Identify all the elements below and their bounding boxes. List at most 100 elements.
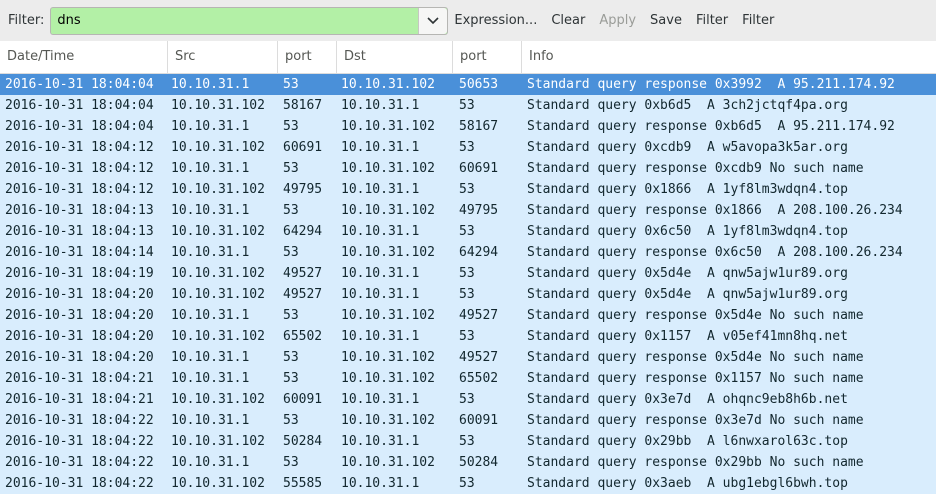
expression-button[interactable]: Expression...	[454, 13, 537, 28]
packet-row[interactable]: 2016-10-31 18:04:04 10.10.31.102 58167 10.1…	[0, 95, 936, 116]
cell-dst-port: 49795	[459, 203, 499, 218]
cell-datetime: 2016-10-31 18:04:04	[5, 119, 154, 134]
cell-dst-port: 53	[459, 434, 475, 449]
cell-info: Standard query 0x5d4e A qnw5ajw1ur89.org	[527, 266, 848, 281]
cell-src-port: 60691	[283, 140, 323, 155]
packet-row[interactable]: 2016-10-31 18:04:21 10.10.31.1 53 10.10.31.…	[0, 368, 936, 389]
display-filter-combo[interactable]	[50, 6, 449, 35]
cell-src: 10.10.31.102	[171, 392, 265, 407]
cell-dst: 10.10.31.1	[341, 329, 420, 344]
cell-datetime: 2016-10-31 18:04:04	[5, 98, 154, 113]
cell-src: 10.10.31.102	[171, 140, 265, 155]
cell-src: 10.10.31.102	[171, 287, 265, 302]
column-header-info[interactable]: Info	[522, 41, 936, 73]
cell-info: Standard query response 0x3e7d No such n…	[527, 413, 864, 428]
packet-row[interactable]: 2016-10-31 18:04:21 10.10.31.102 60091 10.1…	[0, 389, 936, 410]
packet-row[interactable]: 2016-10-31 18:04:20 10.10.31.102 49527 10.1…	[0, 284, 936, 305]
cell-datetime: 2016-10-31 18:04:19	[5, 266, 154, 281]
packet-row[interactable]: 2016-10-31 18:04:12 10.10.31.102 60691 10.1…	[0, 137, 936, 158]
packet-row[interactable]: 2016-10-31 18:04:22 10.10.31.102 50284 10.1…	[0, 431, 936, 452]
packet-row[interactable]: 2016-10-31 18:04:13 10.10.31.102 64294 10.1…	[0, 221, 936, 242]
cell-dst: 10.10.31.102	[341, 119, 435, 134]
cell-dst-port: 65502	[459, 371, 499, 386]
cell-dst-port: 53	[459, 182, 475, 197]
cell-info: Standard query response 0xb6d5 A 95.211.…	[527, 119, 895, 134]
column-header-src[interactable]: Src	[168, 41, 278, 73]
cell-datetime: 2016-10-31 18:04:12	[5, 140, 154, 155]
cell-src-port: 53	[283, 308, 299, 323]
cell-src: 10.10.31.1	[171, 308, 250, 323]
cell-src: 10.10.31.102	[171, 182, 265, 197]
packet-row[interactable]: 2016-10-31 18:04:13 10.10.31.1 53 10.10.31.…	[0, 200, 936, 221]
column-header-dst-port[interactable]: port	[453, 41, 522, 73]
cell-datetime: 2016-10-31 18:04:22	[5, 434, 154, 449]
cell-src-port: 53	[283, 245, 299, 260]
cell-info: Standard query 0xcdb9 A w5avopa3k5ar.org	[527, 140, 848, 155]
packet-row[interactable]: 2016-10-31 18:04:19 10.10.31.102 49527 10.1…	[0, 263, 936, 284]
column-header-datetime[interactable]: Date/Time	[0, 41, 168, 73]
cell-src-port: 53	[283, 203, 299, 218]
cell-dst: 10.10.31.1	[341, 182, 420, 197]
packet-row[interactable]: 2016-10-31 18:04:04 10.10.31.1 53 10.10.31.…	[0, 74, 936, 95]
display-filter-input[interactable]	[51, 7, 419, 34]
cell-src-port: 64294	[283, 224, 323, 239]
filter-label: Filter:	[8, 13, 45, 28]
packet-row[interactable]: 2016-10-31 18:04:22 10.10.31.1 53 10.10.31.…	[0, 452, 936, 473]
packet-list: 2016-10-31 18:04:04 10.10.31.1 53 10.10.31.…	[0, 74, 936, 502]
cell-src: 10.10.31.1	[171, 413, 250, 428]
cell-src: 10.10.31.1	[171, 203, 250, 218]
packet-row[interactable]: 2016-10-31 18:04:14 10.10.31.1 53 10.10.31.…	[0, 242, 936, 263]
cell-dst-port: 53	[459, 287, 475, 302]
cell-src-port: 50284	[283, 434, 323, 449]
cell-dst-port: 58167	[459, 119, 499, 134]
cell-src: 10.10.31.102	[171, 98, 265, 113]
cell-info: Standard query 0xb6d5 A 3ch2jctqf4pa.org	[527, 98, 848, 113]
packet-row[interactable]: 2016-10-31 18:04:22 10.10.31.102 55585 10.1…	[0, 473, 936, 494]
cell-src: 10.10.31.102	[171, 434, 265, 449]
packet-row[interactable]: 2016-10-31 18:04:20 10.10.31.1 53 10.10.31.…	[0, 305, 936, 326]
cell-datetime: 2016-10-31 18:04:20	[5, 350, 154, 365]
cell-dst-port: 53	[459, 98, 475, 113]
filter-button-2[interactable]: Filter	[742, 13, 774, 28]
cell-info: Standard query response 0x5d4e No such n…	[527, 308, 864, 323]
packet-row[interactable]: 2016-10-31 18:04:20 10.10.31.1 53 10.10.31.…	[0, 347, 936, 368]
cell-info: Standard query response 0x6c50 A 208.100…	[527, 245, 903, 260]
cell-info: Standard query response 0x29bb No such n…	[527, 455, 864, 470]
cell-datetime: 2016-10-31 18:04:22	[5, 476, 154, 491]
filter-dropdown-button[interactable]	[418, 7, 448, 34]
cell-dst-port: 64294	[459, 245, 499, 260]
cell-src-port: 53	[283, 371, 299, 386]
cell-src: 10.10.31.1	[171, 119, 250, 134]
packet-row[interactable]: 2016-10-31 18:04:04 10.10.31.1 53 10.10.31.…	[0, 116, 936, 137]
cell-dst-port: 49527	[459, 308, 499, 323]
filter-toolbar: Filter: Expression... Clear Apply Save F…	[0, 0, 936, 41]
cell-src-port: 53	[283, 77, 299, 92]
cell-info: Standard query response 0x3992 A 95.211.…	[527, 77, 895, 92]
cell-datetime: 2016-10-31 18:04:22	[5, 413, 154, 428]
cell-src-port: 53	[283, 455, 299, 470]
packet-row[interactable]: 2016-10-31 18:04:22 10.10.31.1 53 10.10.31.…	[0, 410, 936, 431]
cell-info: Standard query 0x3e7d A ohqnc9eb8h6b.net	[527, 392, 848, 407]
cell-info: Standard query response 0x5d4e No such n…	[527, 350, 864, 365]
column-header-dst[interactable]: Dst	[337, 41, 453, 73]
cell-src-port: 53	[283, 161, 299, 176]
cell-datetime: 2016-10-31 18:04:13	[5, 224, 154, 239]
column-header-src-port[interactable]: port	[278, 41, 337, 73]
cell-info: Standard query 0x5d4e A qnw5ajw1ur89.org	[527, 287, 848, 302]
cell-dst: 10.10.31.1	[341, 287, 420, 302]
packet-row[interactable]: 2016-10-31 18:04:12 10.10.31.102 49795 10.1…	[0, 179, 936, 200]
save-button[interactable]: Save	[650, 13, 682, 28]
cell-info: Standard query response 0x1866 A 208.100…	[527, 203, 903, 218]
cell-dst-port: 53	[459, 329, 475, 344]
cell-dst: 10.10.31.102	[341, 308, 435, 323]
filter-button-1[interactable]: Filter	[696, 13, 728, 28]
cell-datetime: 2016-10-31 18:04:20	[5, 287, 154, 302]
cell-datetime: 2016-10-31 18:04:22	[5, 455, 154, 470]
clear-button[interactable]: Clear	[551, 13, 585, 28]
cell-info: Standard query 0x29bb A l6nwxarol63c.top	[527, 434, 848, 449]
cell-src-port: 55585	[283, 476, 323, 491]
packet-row[interactable]: 2016-10-31 18:04:20 10.10.31.102 65502 10.1…	[0, 326, 936, 347]
packet-row[interactable]: 2016-10-31 18:04:12 10.10.31.1 53 10.10.31.…	[0, 158, 936, 179]
cell-src-port: 53	[283, 350, 299, 365]
cell-datetime: 2016-10-31 18:04:12	[5, 182, 154, 197]
